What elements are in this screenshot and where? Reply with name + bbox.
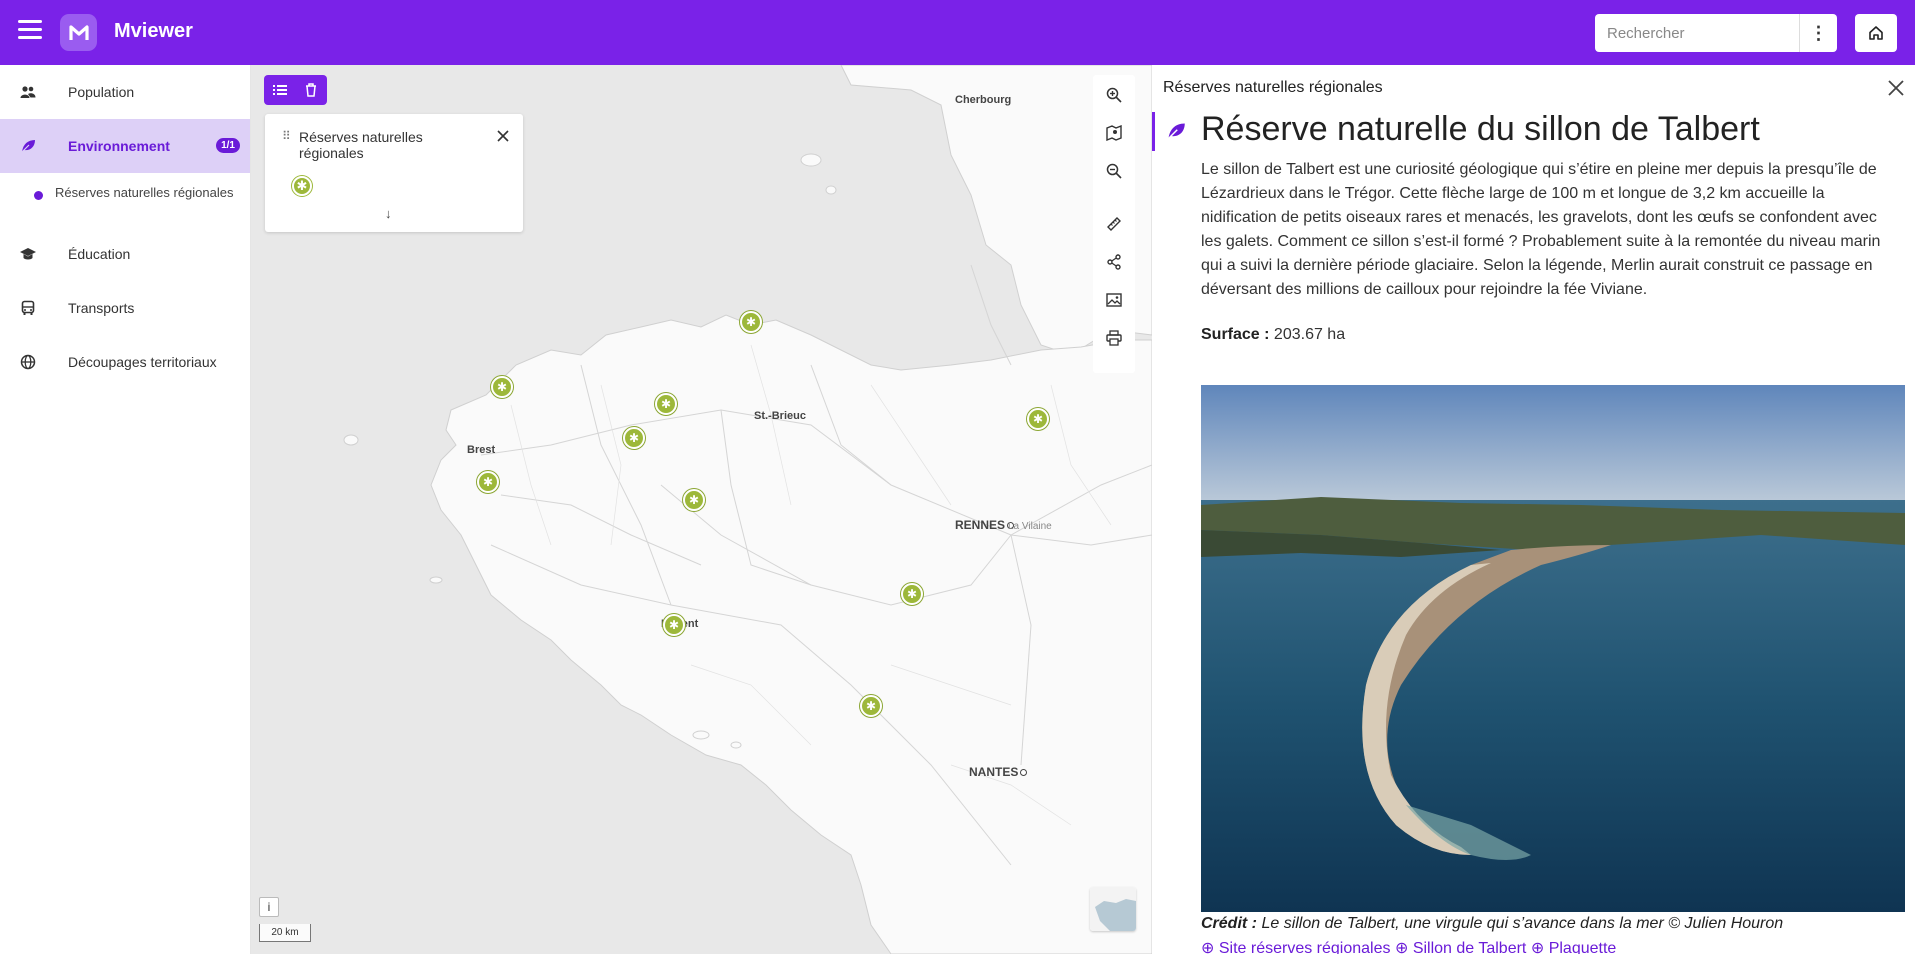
scale-bar: 20 km [259,924,311,942]
home-icon [1869,26,1883,40]
reserve-marker[interactable]: ✱ [901,583,923,605]
share-icon[interactable] [1104,252,1124,272]
bus-icon [21,300,35,315]
overview-map[interactable] [1090,887,1136,931]
link-site-reserves[interactable]: Site réserves régionales [1219,940,1391,954]
globe-icon: ⊕ [1201,940,1215,954]
link-sillon-talbert[interactable]: Sillon de Talbert [1413,940,1527,954]
drag-handle-icon[interactable]: ⠿ [282,129,291,143]
sidebar-item-transports[interactable]: Transports [0,281,250,335]
city-rennes: RENNES [955,518,1015,532]
map-extent-icon[interactable] [1104,123,1124,143]
sidebar: Population Environnement 1/1 Réserves na… [0,65,251,954]
search-input[interactable] [1595,15,1795,51]
users-icon [20,86,36,98]
list-icon[interactable] [264,75,295,105]
graduation-cap-icon [20,248,36,260]
sidebar-item-population[interactable]: Population [0,65,250,119]
reserve-marker[interactable]: ✱ [740,311,762,333]
city-label: Cherbourg [955,94,1012,106]
sidebar-subitem-reserves[interactable]: Réserves naturelles régionales [0,173,250,227]
reserve-marker[interactable]: ✱ [477,471,499,493]
reserve-marker[interactable]: ✱ [683,489,705,511]
legend-marker-symbol: ✱ [292,176,312,196]
attribution-button[interactable]: i [259,897,279,917]
search-box: ⋮ [1595,14,1837,52]
image-icon[interactable] [1104,290,1124,310]
selection-accent [1152,112,1155,151]
reserve-marker[interactable]: ✱ [860,695,882,717]
feature-title: Réserve naturelle du sillon de Talbert [1201,110,1760,148]
globe-icon: ⊕ [1394,940,1409,954]
map-layer-toolbar [264,75,327,105]
print-icon[interactable] [1104,328,1124,348]
surface-value: 203.67 ha [1273,326,1346,343]
link-plaquette[interactable]: Plaquette [1549,940,1617,954]
arrow-down-icon[interactable]: ↓ [385,206,392,221]
globe-icon [20,354,36,370]
city-dot [1020,769,1028,776]
app-logo [60,14,97,51]
sidebar-item-environnement[interactable]: Environnement 1/1 [0,119,250,173]
city-label: RENNES [955,518,1006,532]
reserve-marker[interactable]: ✱ [663,614,685,636]
feature-description: Le sillon de Talbert est une curiosité g… [1201,161,1881,298]
reserve-marker[interactable]: ✱ [1027,408,1049,430]
city-label: St.-Brieuc [754,410,806,422]
globe-icon: ⊕ [1530,940,1545,954]
credit-text: Le sillon de Talbert, une virgule qui s’… [1261,915,1784,932]
map-tools [1093,75,1135,373]
feature-info-panel: Réserves naturelles régionales Réserve n… [1152,65,1915,954]
feature-surface: Surface : 203.67 ha [1201,326,1345,344]
feature-links: ⊕ Site réserves régionales ⊕ Sillon de T… [1201,938,1616,954]
panel-layer-title: Réserves naturelles régionales [1163,79,1383,96]
close-icon[interactable] [1885,77,1907,99]
reserve-marker[interactable]: ✱ [623,427,645,449]
layer-count-badge: 1/1 [216,138,240,153]
legend-panel: ⠿ Réserves naturelles régionales ✱ ↓ [265,114,523,232]
sidebar-item-label: Population [68,84,135,100]
photo-credit: Crédit : Le sillon de Talbert, une virgu… [1201,915,1783,933]
surface-label: Surface : [1201,326,1270,343]
zoom-out-icon[interactable] [1104,161,1124,181]
feature-photo [1201,385,1905,912]
ruler-icon[interactable] [1104,214,1124,234]
reserve-marker[interactable]: ✱ [655,393,677,415]
credit-label: Crédit : [1201,915,1257,932]
active-layer-dot [34,191,43,200]
city-label: NANTES [969,765,1019,779]
sidebar-item-label: Découpages territoriaux [68,354,217,370]
search-options-icon[interactable]: ⋮ [1799,14,1837,52]
leaf-icon [1166,123,1185,141]
map-view[interactable]: ⠿ Réserves naturelles régionales ✱ ↓ Che… [251,65,1152,954]
sidebar-item-education[interactable]: Éducation [0,227,250,281]
home-button[interactable] [1855,14,1897,52]
sidebar-item-label: Transports [68,300,135,316]
close-icon[interactable] [495,128,511,144]
zoom-in-icon[interactable] [1104,85,1124,105]
leaf-icon [20,140,35,154]
sidebar-item-label: Environnement [68,138,170,154]
legend-title: Réserves naturelles régionales [299,129,423,161]
sidebar-subitem-label: Réserves naturelles régionales [55,185,234,200]
trash-icon[interactable] [295,75,326,105]
app-title: Mviewer [114,20,193,42]
city-nantes: NANTES [969,759,1028,779]
city-label: Brest [467,444,496,456]
menu-icon[interactable] [18,20,42,44]
reserve-marker[interactable]: ✱ [491,376,513,398]
sidebar-item-label: Éducation [68,246,131,262]
sidebar-item-decoupages[interactable]: Découpages territoriaux [0,335,250,389]
app-header: Mviewer ⋮ [0,0,1915,65]
river-label: La Vilaine [1008,521,1052,532]
